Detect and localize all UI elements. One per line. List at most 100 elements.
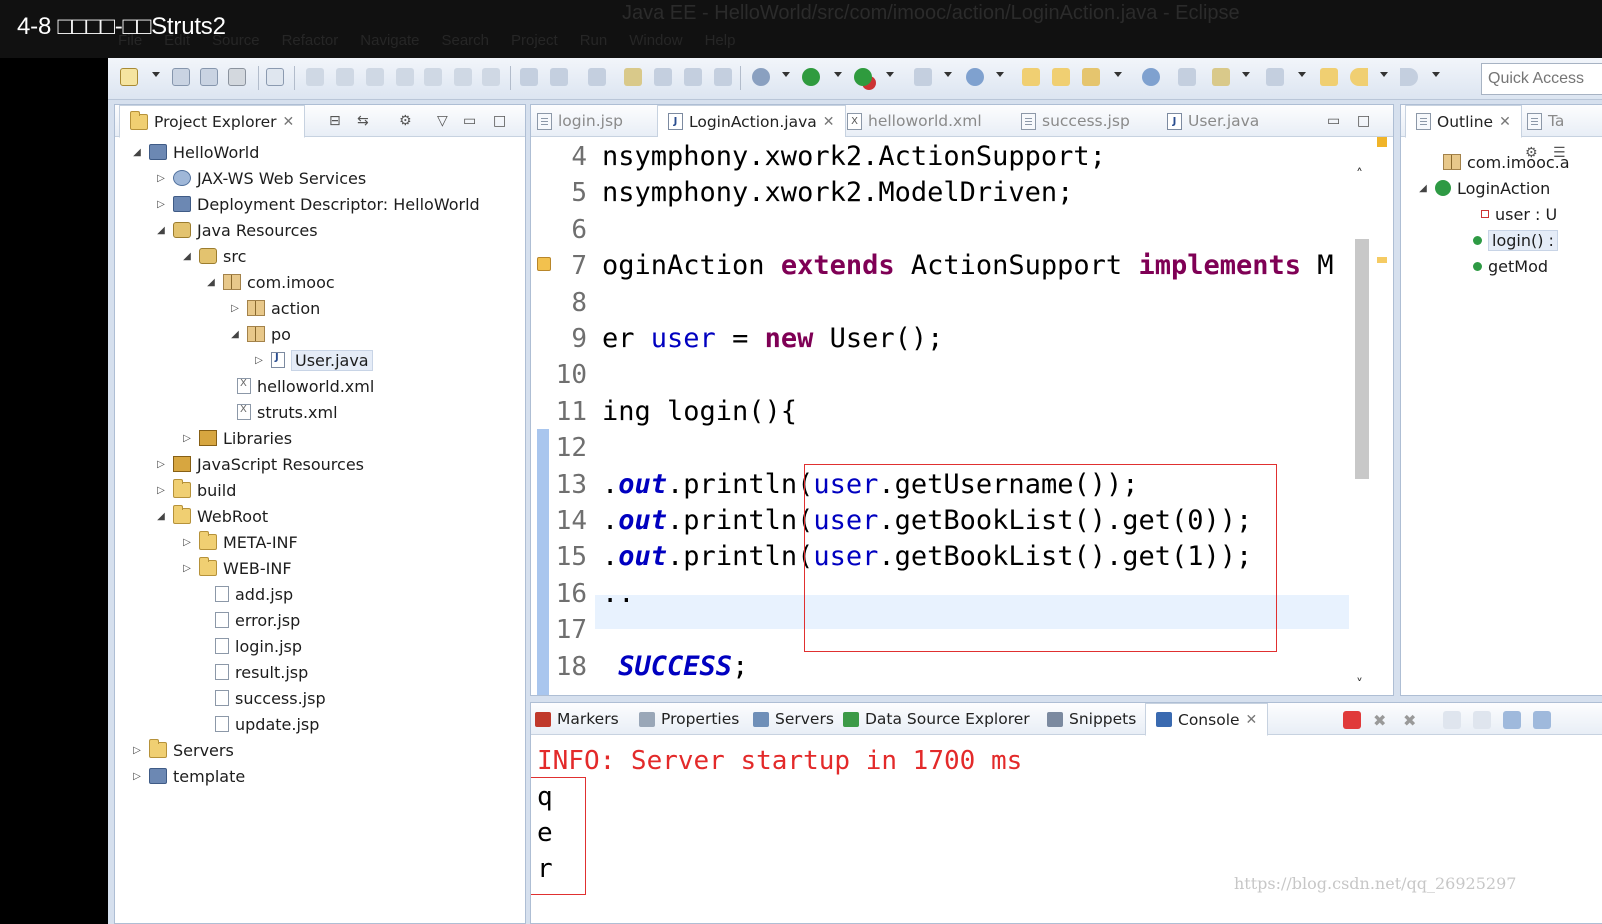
new-server-icon[interactable] (914, 68, 932, 86)
menu-item-navigate[interactable]: Navigate (360, 32, 419, 54)
menu-item-help[interactable]: Help (705, 32, 736, 54)
expanded-twisty-icon[interactable]: ◢ (155, 225, 167, 236)
outline-item[interactable]: com.imooc.a (1443, 149, 1570, 175)
tree-item[interactable]: ▷ JavaScript Resources (155, 451, 364, 477)
block-selection-icon[interactable] (714, 68, 732, 86)
open-folder-icon[interactable] (1022, 68, 1040, 86)
use-step-filters-icon[interactable] (550, 68, 568, 86)
chevron-down-icon[interactable] (1114, 72, 1122, 77)
collapsed-twisty-icon[interactable]: ▷ (131, 745, 143, 756)
disconnect-icon[interactable] (396, 68, 414, 86)
last-edit-location-icon[interactable] (1266, 68, 1284, 86)
edit-icon[interactable] (1212, 68, 1230, 86)
outline-item[interactable]: ◢ LoginAction (1417, 175, 1550, 201)
tree-item[interactable]: ▷ WEB-INF (181, 555, 292, 581)
chevron-down-icon[interactable] (886, 72, 894, 77)
tab-console[interactable]: Console ✕ (1145, 703, 1269, 736)
overview-marker[interactable] (1377, 257, 1387, 263)
menu-item-run[interactable]: Run (580, 32, 608, 54)
collapsed-twisty-icon[interactable]: ▷ (181, 563, 193, 574)
tree-item[interactable]: update.jsp (197, 711, 319, 737)
open-type-icon[interactable] (588, 68, 606, 86)
minimize-icon[interactable]: ▭ (1327, 113, 1340, 129)
collapsed-twisty-icon[interactable]: ▷ (155, 485, 167, 496)
collapsed-twisty-icon[interactable]: ▷ (253, 355, 265, 366)
chevron-down-icon[interactable] (834, 72, 842, 77)
collapse-all-icon[interactable]: ⊟ (329, 113, 341, 129)
code-editor[interactable]: 4 nsymphony.xwork2.ActionSupport; 5 nsympho… (531, 137, 1393, 695)
scroll-down-icon[interactable]: ˅ (1356, 677, 1363, 693)
tree-item[interactable]: ▷ action (229, 295, 320, 321)
save-icon[interactable] (172, 68, 190, 86)
pen-icon[interactable] (1082, 68, 1100, 86)
close-icon[interactable]: ✕ (1246, 712, 1258, 728)
step-return-icon[interactable] (482, 68, 500, 86)
maximize-icon[interactable]: □ (493, 113, 506, 129)
link-with-editor-icon[interactable]: ⇆ (357, 113, 369, 129)
scroll-lock-icon[interactable] (1473, 711, 1491, 729)
minimize-icon[interactable]: ▭ (463, 113, 476, 129)
suspend-icon[interactable] (336, 68, 354, 86)
collapsed-twisty-icon[interactable]: ▷ (131, 771, 143, 782)
terminate-icon[interactable] (1343, 711, 1361, 729)
next-annotation-icon[interactable] (654, 68, 672, 86)
editor-tab[interactable]: success.jsp (1021, 105, 1130, 137)
outline-item[interactable]: user : U (1481, 201, 1557, 227)
step-into-icon[interactable] (424, 68, 442, 86)
tree-item[interactable]: ◢ HelloWorld (131, 139, 259, 165)
collapsed-twisty-icon[interactable]: ▷ (181, 433, 193, 444)
web-service-icon[interactable] (966, 68, 984, 86)
menu-item-edit[interactable]: Edit (164, 32, 190, 54)
collapsed-twisty-icon[interactable]: ▷ (155, 459, 167, 470)
outline-item[interactable]: login() : (1473, 227, 1558, 253)
external-tools-icon[interactable] (854, 68, 872, 86)
filters-icon[interactable]: ⚙ (399, 113, 412, 129)
tree-item[interactable]: ▷ User.java (253, 347, 373, 373)
collapsed-twisty-icon[interactable]: ▷ (155, 173, 167, 184)
back-icon[interactable] (1350, 68, 1368, 86)
step-over-icon[interactable] (454, 68, 472, 86)
vertical-scroll-thumb[interactable] (1355, 239, 1369, 479)
chevron-down-icon[interactable] (1432, 72, 1440, 77)
tree-item[interactable]: error.jsp (197, 607, 300, 633)
remove-launch-icon[interactable]: ✖ (1373, 711, 1391, 730)
tree-item[interactable]: ▷ JAX-WS Web Services (155, 165, 366, 191)
skip-breakpoints-icon[interactable] (266, 68, 284, 86)
open-project-icon[interactable] (1052, 68, 1070, 86)
quick-access-input[interactable] (1481, 63, 1602, 95)
view-menu-icon[interactable]: ▽ (437, 113, 448, 129)
menu-item-project[interactable]: Project (511, 32, 558, 54)
scroll-up-icon[interactable]: ˄ (1356, 167, 1363, 183)
editor-tab[interactable]: J LoginAction.java ✕ (657, 105, 846, 138)
menu-item-search[interactable]: Search (441, 32, 489, 54)
resume-icon[interactable] (306, 68, 324, 86)
tree-item[interactable]: struts.xml (219, 399, 338, 425)
remove-all-icon[interactable]: ✖ (1403, 711, 1421, 730)
collapsed-twisty-icon[interactable]: ▷ (181, 537, 193, 548)
tree-item[interactable]: ◢ WebRoot (155, 503, 268, 529)
display-console-icon[interactable] (1533, 711, 1551, 729)
tree-item[interactable]: add.jsp (197, 581, 293, 607)
maximize-icon[interactable]: □ (1357, 113, 1370, 129)
editor-tab[interactable]: login.jsp (537, 105, 623, 137)
vertical-scrollbar[interactable]: ˄ ˅ (1355, 167, 1369, 693)
run-icon[interactable] (802, 68, 820, 86)
editor-tab[interactable]: Xhelloworld.xml (847, 105, 982, 137)
menu-item-window[interactable]: Window (629, 32, 682, 54)
tree-item[interactable]: ◢ com.imooc (205, 269, 335, 295)
expanded-twisty-icon[interactable]: ◢ (205, 277, 217, 288)
pin-console-icon[interactable] (1503, 711, 1521, 729)
expanded-twisty-icon[interactable]: ◢ (181, 251, 193, 262)
tree-item[interactable]: ▷ Deployment Descriptor: HelloWorld (155, 191, 480, 217)
tab-servers[interactable]: Servers (753, 703, 834, 735)
chevron-down-icon[interactable] (1380, 72, 1388, 77)
chevron-down-icon[interactable] (1242, 72, 1250, 77)
overview-warning-icon[interactable] (1377, 137, 1387, 147)
clear-console-icon[interactable] (1443, 711, 1461, 729)
tree-item[interactable]: ▷ Libraries (181, 425, 292, 451)
search-icon[interactable] (1178, 68, 1196, 86)
globe-icon[interactable] (1142, 68, 1160, 86)
terminate-icon[interactable] (366, 68, 384, 86)
chevron-down-icon[interactable] (944, 72, 952, 77)
tree-item[interactable]: ▷ build (155, 477, 236, 503)
